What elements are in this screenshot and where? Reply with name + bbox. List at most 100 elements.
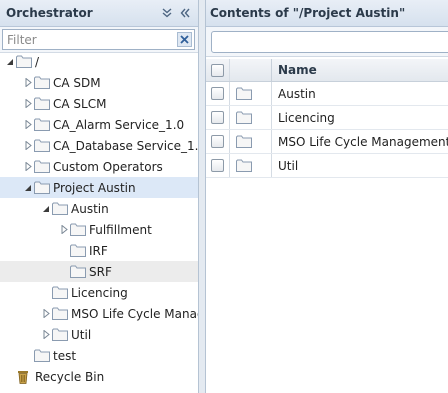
collapsed-triangle-icon[interactable] — [22, 161, 34, 173]
tree-node-label: SRF — [89, 264, 112, 279]
tree-node-label: Licencing — [71, 285, 128, 300]
collapsed-triangle-icon[interactable] — [40, 308, 52, 320]
row-checkbox[interactable] — [211, 87, 224, 100]
name-column-header[interactable]: Name — [272, 63, 317, 77]
tree-node-label: MSO Life Cycle Manag — [71, 306, 199, 321]
row-checkbox-cell — [206, 130, 230, 153]
tree-node[interactable]: Util — [0, 324, 198, 345]
expanded-triangle-icon[interactable] — [22, 182, 34, 194]
tree-node[interactable]: Recycle Bin — [0, 366, 198, 387]
folder-icon — [70, 244, 86, 258]
contents-header: Contents of "/Project Austin" — [206, 0, 448, 27]
select-all-checkbox-cell — [206, 59, 230, 81]
contents-title: Contents of "/Project Austin" — [210, 6, 406, 20]
orchestrator-panel: Orchestrator / CA SDM CA SLCM CA_Alarm Serv… — [0, 0, 199, 393]
row-checkbox[interactable] — [211, 159, 224, 172]
folder-icon — [52, 202, 68, 216]
tree-node[interactable]: Custom Operators — [0, 156, 198, 177]
collapsed-triangle-icon[interactable] — [58, 224, 70, 236]
folder-icon — [34, 139, 50, 153]
tree-node[interactable]: Austin — [0, 198, 198, 219]
collapsed-triangle-icon[interactable] — [40, 329, 52, 341]
tree-node-label: CA SLCM — [53, 96, 107, 111]
row-name: MSO Life Cycle Management — [278, 134, 448, 149]
row-checkbox-cell — [206, 82, 230, 105]
row-name: Licencing — [278, 110, 335, 125]
tree-node-label: CA_Database Service_1. — [53, 138, 199, 153]
folder-icon — [34, 349, 50, 363]
collapsed-triangle-icon[interactable] — [22, 77, 34, 89]
tree-node-label: Austin — [71, 201, 109, 216]
double-chevron-down-icon[interactable] — [160, 6, 174, 20]
row-name: Util — [278, 158, 299, 173]
folder-icon — [70, 223, 86, 237]
tree-node[interactable]: IRF — [0, 240, 198, 261]
tree-node[interactable]: MSO Life Cycle Manag — [0, 303, 198, 324]
row-name: Austin — [278, 86, 316, 101]
folder-icon — [230, 130, 272, 153]
contents-search-input[interactable] — [211, 31, 448, 53]
tree-node-label: Custom Operators — [53, 159, 163, 174]
tree-node[interactable]: SRF — [0, 261, 198, 282]
filter-bar — [0, 27, 198, 53]
tree-node-label: Recycle Bin — [35, 369, 105, 384]
collapsed-triangle-icon[interactable] — [22, 119, 34, 131]
tree-node-label: Project Austin — [53, 180, 136, 195]
tree-node[interactable]: CA SLCM — [0, 93, 198, 114]
select-all-checkbox[interactable] — [211, 63, 224, 77]
tree-node[interactable]: CA SDM — [0, 72, 198, 93]
folder-icon — [230, 154, 272, 177]
tree-node[interactable]: / — [0, 51, 198, 72]
tree-node-label: Util — [71, 327, 92, 342]
row-checkbox[interactable] — [211, 111, 224, 124]
folder-icon — [34, 76, 50, 90]
trash-icon — [16, 370, 32, 384]
panel-title: Orchestrator — [6, 6, 93, 20]
tree-node-label: / — [35, 54, 40, 69]
tree-node-label: CA SDM — [53, 75, 101, 90]
contents-search-bar — [206, 27, 448, 57]
close-icon[interactable] — [177, 32, 192, 47]
folder-icon — [34, 118, 50, 132]
grid-header-row: Name — [206, 59, 448, 82]
table-row[interactable]: Licencing — [206, 106, 448, 130]
tree-node[interactable]: Fulfillment — [0, 219, 198, 240]
folder-icon — [230, 106, 272, 129]
table-row[interactable]: Util — [206, 154, 448, 178]
folder-icon — [52, 328, 68, 342]
expanded-triangle-icon[interactable] — [4, 56, 16, 68]
double-chevron-left-icon[interactable] — [178, 6, 192, 20]
tree-node[interactable]: Licencing — [0, 282, 198, 303]
row-checkbox-cell — [206, 106, 230, 129]
icon-column-header — [230, 59, 272, 81]
table-row[interactable]: Austin — [206, 82, 448, 106]
collapsed-triangle-icon[interactable] — [22, 140, 34, 152]
tree-node[interactable]: Project Austin — [0, 177, 198, 198]
folder-icon — [52, 286, 68, 300]
orchestrator-header: Orchestrator — [0, 0, 198, 27]
row-checkbox-cell — [206, 154, 230, 177]
tree-node[interactable]: CA_Database Service_1. — [0, 135, 198, 156]
filter-input[interactable] — [3, 30, 173, 49]
expanded-triangle-icon[interactable] — [40, 203, 52, 215]
row-checkbox[interactable] — [211, 135, 224, 148]
tree-node-label: IRF — [89, 243, 108, 258]
collapsed-triangle-icon[interactable] — [22, 98, 34, 110]
tree-node[interactable]: test — [0, 345, 198, 366]
tree-node-label: CA_Alarm Service_1.0 — [53, 117, 185, 132]
tree-node-label: Fulfillment — [89, 222, 152, 237]
table-row[interactable]: MSO Life Cycle Management — [206, 130, 448, 154]
filter-box — [2, 29, 195, 50]
folder-icon — [230, 82, 272, 105]
contents-panel: Contents of "/Project Austin" Name Austi… — [205, 0, 448, 393]
folder-icon — [34, 160, 50, 174]
tree-node[interactable]: CA_Alarm Service_1.0 — [0, 114, 198, 135]
folder-icon — [52, 307, 68, 321]
folder-icon — [34, 181, 50, 195]
contents-grid: Name Austin Licencing MSO Life Cycle Manag… — [206, 59, 448, 178]
